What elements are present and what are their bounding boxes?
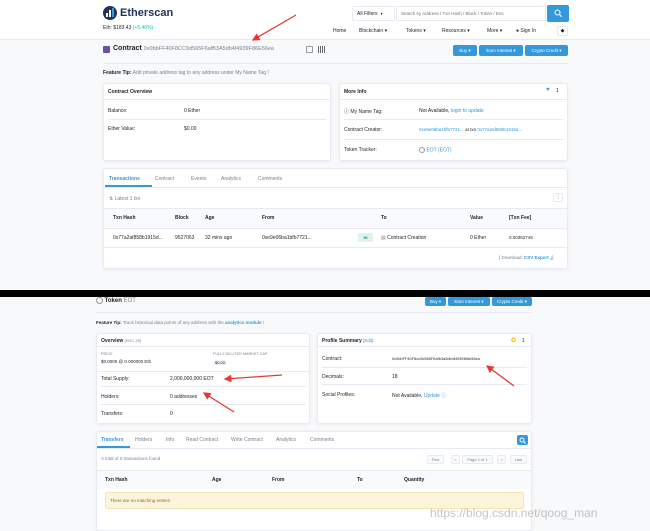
arrow-from-total-supply [202,392,235,413]
red-arrow-annotations [202,14,515,413]
arrow-to-profile-contract [485,365,515,387]
arrow-to-total-supply [223,374,283,383]
arrow-to-contract-address [251,14,297,41]
